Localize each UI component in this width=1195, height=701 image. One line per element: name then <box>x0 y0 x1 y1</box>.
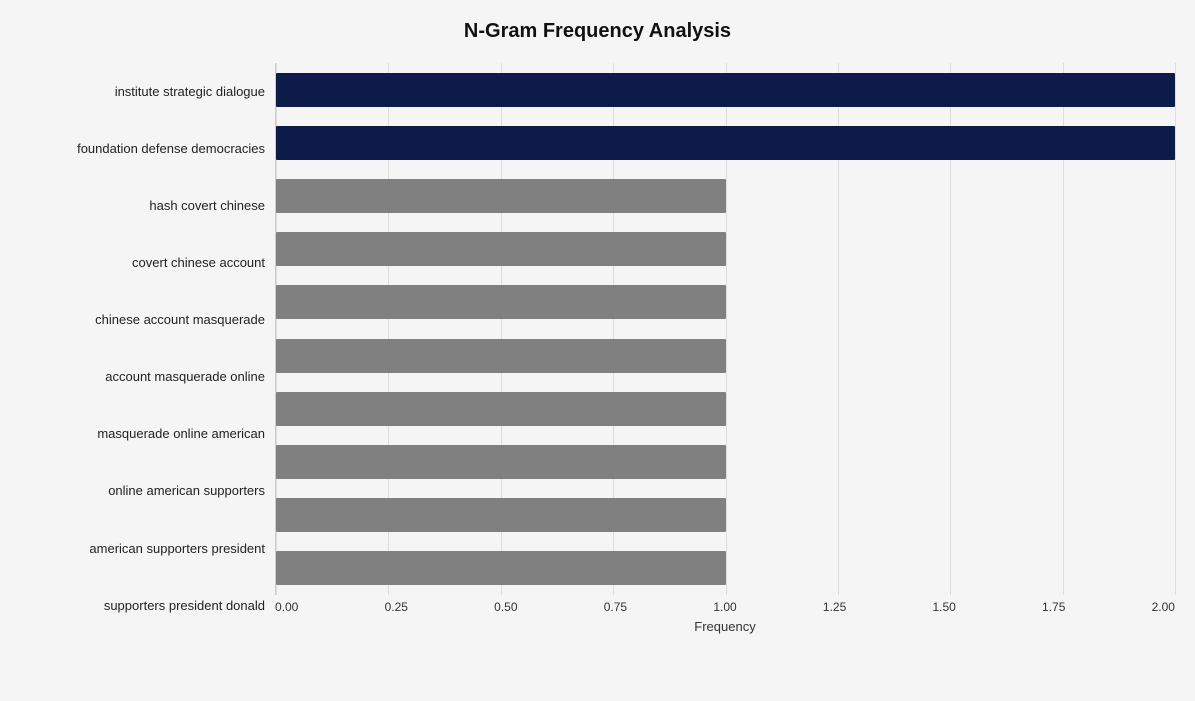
x-ticks: 0.00 0.25 0.50 0.75 1.00 1.25 1.50 1.75 2.00 <box>275 600 1175 614</box>
x-tick: 2.00 <box>1152 600 1175 614</box>
chart-area: institute strategic dialoguefoundation d… <box>20 63 1175 634</box>
chart-title: N-Gram Frequency Analysis <box>20 20 1175 43</box>
y-axis-label: american supporters president <box>20 520 265 577</box>
bar-row <box>276 282 1175 322</box>
bars-list <box>276 63 1175 595</box>
x-tick: 0.75 <box>604 600 627 614</box>
y-axis-label: institute strategic dialogue <box>20 63 265 120</box>
bars-and-xaxis: 0.00 0.25 0.50 0.75 1.00 1.25 1.50 1.75 2.00 Fre… <box>275 63 1175 634</box>
x-tick: 1.50 <box>932 600 955 614</box>
bar-row <box>276 442 1175 482</box>
bar <box>276 445 726 479</box>
bar-row <box>276 70 1175 110</box>
y-axis-label: hash covert chinese <box>20 177 265 234</box>
bars-area <box>275 63 1175 595</box>
bar-row <box>276 389 1175 429</box>
bar <box>276 232 726 266</box>
bar-row <box>276 495 1175 535</box>
y-axis-label: account masquerade online <box>20 349 265 406</box>
y-axis-labels: institute strategic dialoguefoundation d… <box>20 63 275 634</box>
y-axis-label: online american supporters <box>20 463 265 520</box>
bar-row <box>276 229 1175 269</box>
x-tick: 0.00 <box>275 600 298 614</box>
bar <box>276 126 1175 160</box>
x-tick: 1.00 <box>713 600 736 614</box>
bar <box>276 339 726 373</box>
bar <box>276 73 1175 107</box>
grid-line <box>1175 63 1176 595</box>
x-axis-label: Frequency <box>275 619 1175 634</box>
chart-container: N-Gram Frequency Analysis institute stra… <box>0 0 1195 701</box>
bar <box>276 179 726 213</box>
x-tick: 1.75 <box>1042 600 1065 614</box>
y-axis-label: foundation defense democracies <box>20 120 265 177</box>
bar-row <box>276 176 1175 216</box>
bar-row <box>276 336 1175 376</box>
bar <box>276 285 726 319</box>
bar <box>276 498 726 532</box>
y-axis-label: chinese account masquerade <box>20 291 265 348</box>
bar <box>276 392 726 426</box>
x-tick: 0.25 <box>385 600 408 614</box>
x-axis: 0.00 0.25 0.50 0.75 1.00 1.25 1.50 1.75 2.00 Fre… <box>275 595 1175 634</box>
y-axis-label: masquerade online american <box>20 406 265 463</box>
y-axis-label: covert chinese account <box>20 234 265 291</box>
bar-row <box>276 548 1175 588</box>
bar <box>276 551 726 585</box>
x-tick: 0.50 <box>494 600 517 614</box>
y-axis-label: supporters president donald <box>20 577 265 634</box>
x-tick: 1.25 <box>823 600 846 614</box>
bar-row <box>276 123 1175 163</box>
